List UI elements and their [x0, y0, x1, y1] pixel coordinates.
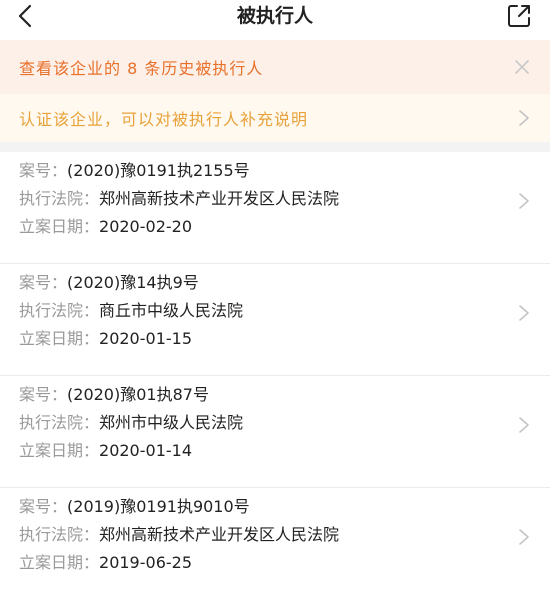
chevron-right-icon [519, 110, 529, 126]
filing-date-label: 立案日期： [19, 217, 100, 236]
history-banner[interactable]: 查看该企业的 8 条历史被执行人 [0, 40, 550, 94]
chevron-right-icon [519, 305, 529, 321]
close-icon[interactable] [512, 57, 532, 77]
court-row: 执行法院：郑州高新技术产业开发区人民法院 [19, 188, 339, 210]
court-label: 执行法院： [19, 413, 100, 432]
section-divider [0, 142, 550, 152]
record-list: 案号：(2020)豫0191执2155号 执行法院：郑州高新技术产业开发区人民法… [0, 152, 550, 599]
filing-date-label: 立案日期： [19, 441, 100, 460]
record-item[interactable]: 案号：(2019)豫0191执9010号 执行法院：郑州高新技术产业开发区人民法… [0, 488, 550, 599]
chevron-right-icon [519, 529, 529, 545]
filing-date-row: 立案日期：2020-02-20 [19, 216, 192, 238]
case-number-value: (2019)豫0191执9010号 [67, 497, 250, 516]
court-value: 郑州市中级人民法院 [99, 413, 244, 432]
history-banner-text: 查看该企业的 8 条历史被执行人 [19, 59, 264, 78]
case-number-row: 案号：(2020)豫0191执2155号 [19, 160, 250, 182]
chevron-right-icon [519, 193, 529, 209]
case-number-row: 案号：(2019)豫0191执9010号 [19, 496, 250, 518]
court-value: 郑州高新技术产业开发区人民法院 [99, 189, 340, 208]
case-number-label: 案号： [19, 161, 68, 180]
court-value: 商丘市中级人民法院 [99, 301, 244, 320]
case-number-label: 案号： [19, 273, 68, 292]
chevron-right-icon [519, 417, 529, 433]
certify-company-row[interactable]: 认证该企业，可以对被执行人补充说明 [0, 94, 550, 142]
record-item[interactable]: 案号：(2020)豫01执87号 执行法院：郑州市中级人民法院 立案日期：202… [0, 376, 550, 488]
filing-date-label: 立案日期： [19, 329, 100, 348]
case-number-value: (2020)豫01执87号 [67, 385, 209, 404]
filing-date-value: 2020-01-15 [99, 329, 192, 348]
page-title: 被执行人 [236, 5, 313, 27]
filing-date-row: 立案日期：2020-01-15 [19, 328, 192, 350]
case-number-row: 案号：(2020)豫01执87号 [19, 384, 209, 406]
court-row: 执行法院：商丘市中级人民法院 [19, 300, 243, 322]
filing-date-value: 2020-01-14 [99, 441, 192, 460]
filing-date-value: 2020-02-20 [99, 217, 192, 236]
filing-date-value: 2019-06-25 [99, 553, 192, 572]
filing-date-row: 立案日期：2020-01-14 [19, 440, 192, 462]
case-number-label: 案号： [19, 497, 68, 516]
court-label: 执行法院： [19, 189, 100, 208]
filing-date-label: 立案日期： [19, 553, 100, 572]
court-row: 执行法院：郑州市中级人民法院 [19, 412, 243, 434]
case-number-value: (2020)豫0191执2155号 [67, 161, 250, 180]
certify-text: 认证该企业，可以对被执行人补充说明 [19, 110, 309, 129]
court-value: 郑州高新技术产业开发区人民法院 [99, 525, 340, 544]
case-number-row: 案号：(2020)豫14执9号 [19, 272, 199, 294]
case-number-value: (2020)豫14执9号 [67, 273, 199, 292]
navigation-bar: 被执行人 [0, 0, 550, 35]
court-row: 执行法院：郑州高新技术产业开发区人民法院 [19, 524, 339, 546]
record-item[interactable]: 案号：(2020)豫0191执2155号 执行法院：郑州高新技术产业开发区人民法… [0, 152, 550, 264]
court-label: 执行法院： [19, 301, 100, 320]
share-icon[interactable] [506, 3, 532, 29]
filing-date-row: 立案日期：2019-06-25 [19, 552, 192, 574]
court-label: 执行法院： [19, 525, 100, 544]
case-number-label: 案号： [19, 385, 68, 404]
record-item[interactable]: 案号：(2020)豫14执9号 执行法院：商丘市中级人民法院 立案日期：2020… [0, 264, 550, 376]
